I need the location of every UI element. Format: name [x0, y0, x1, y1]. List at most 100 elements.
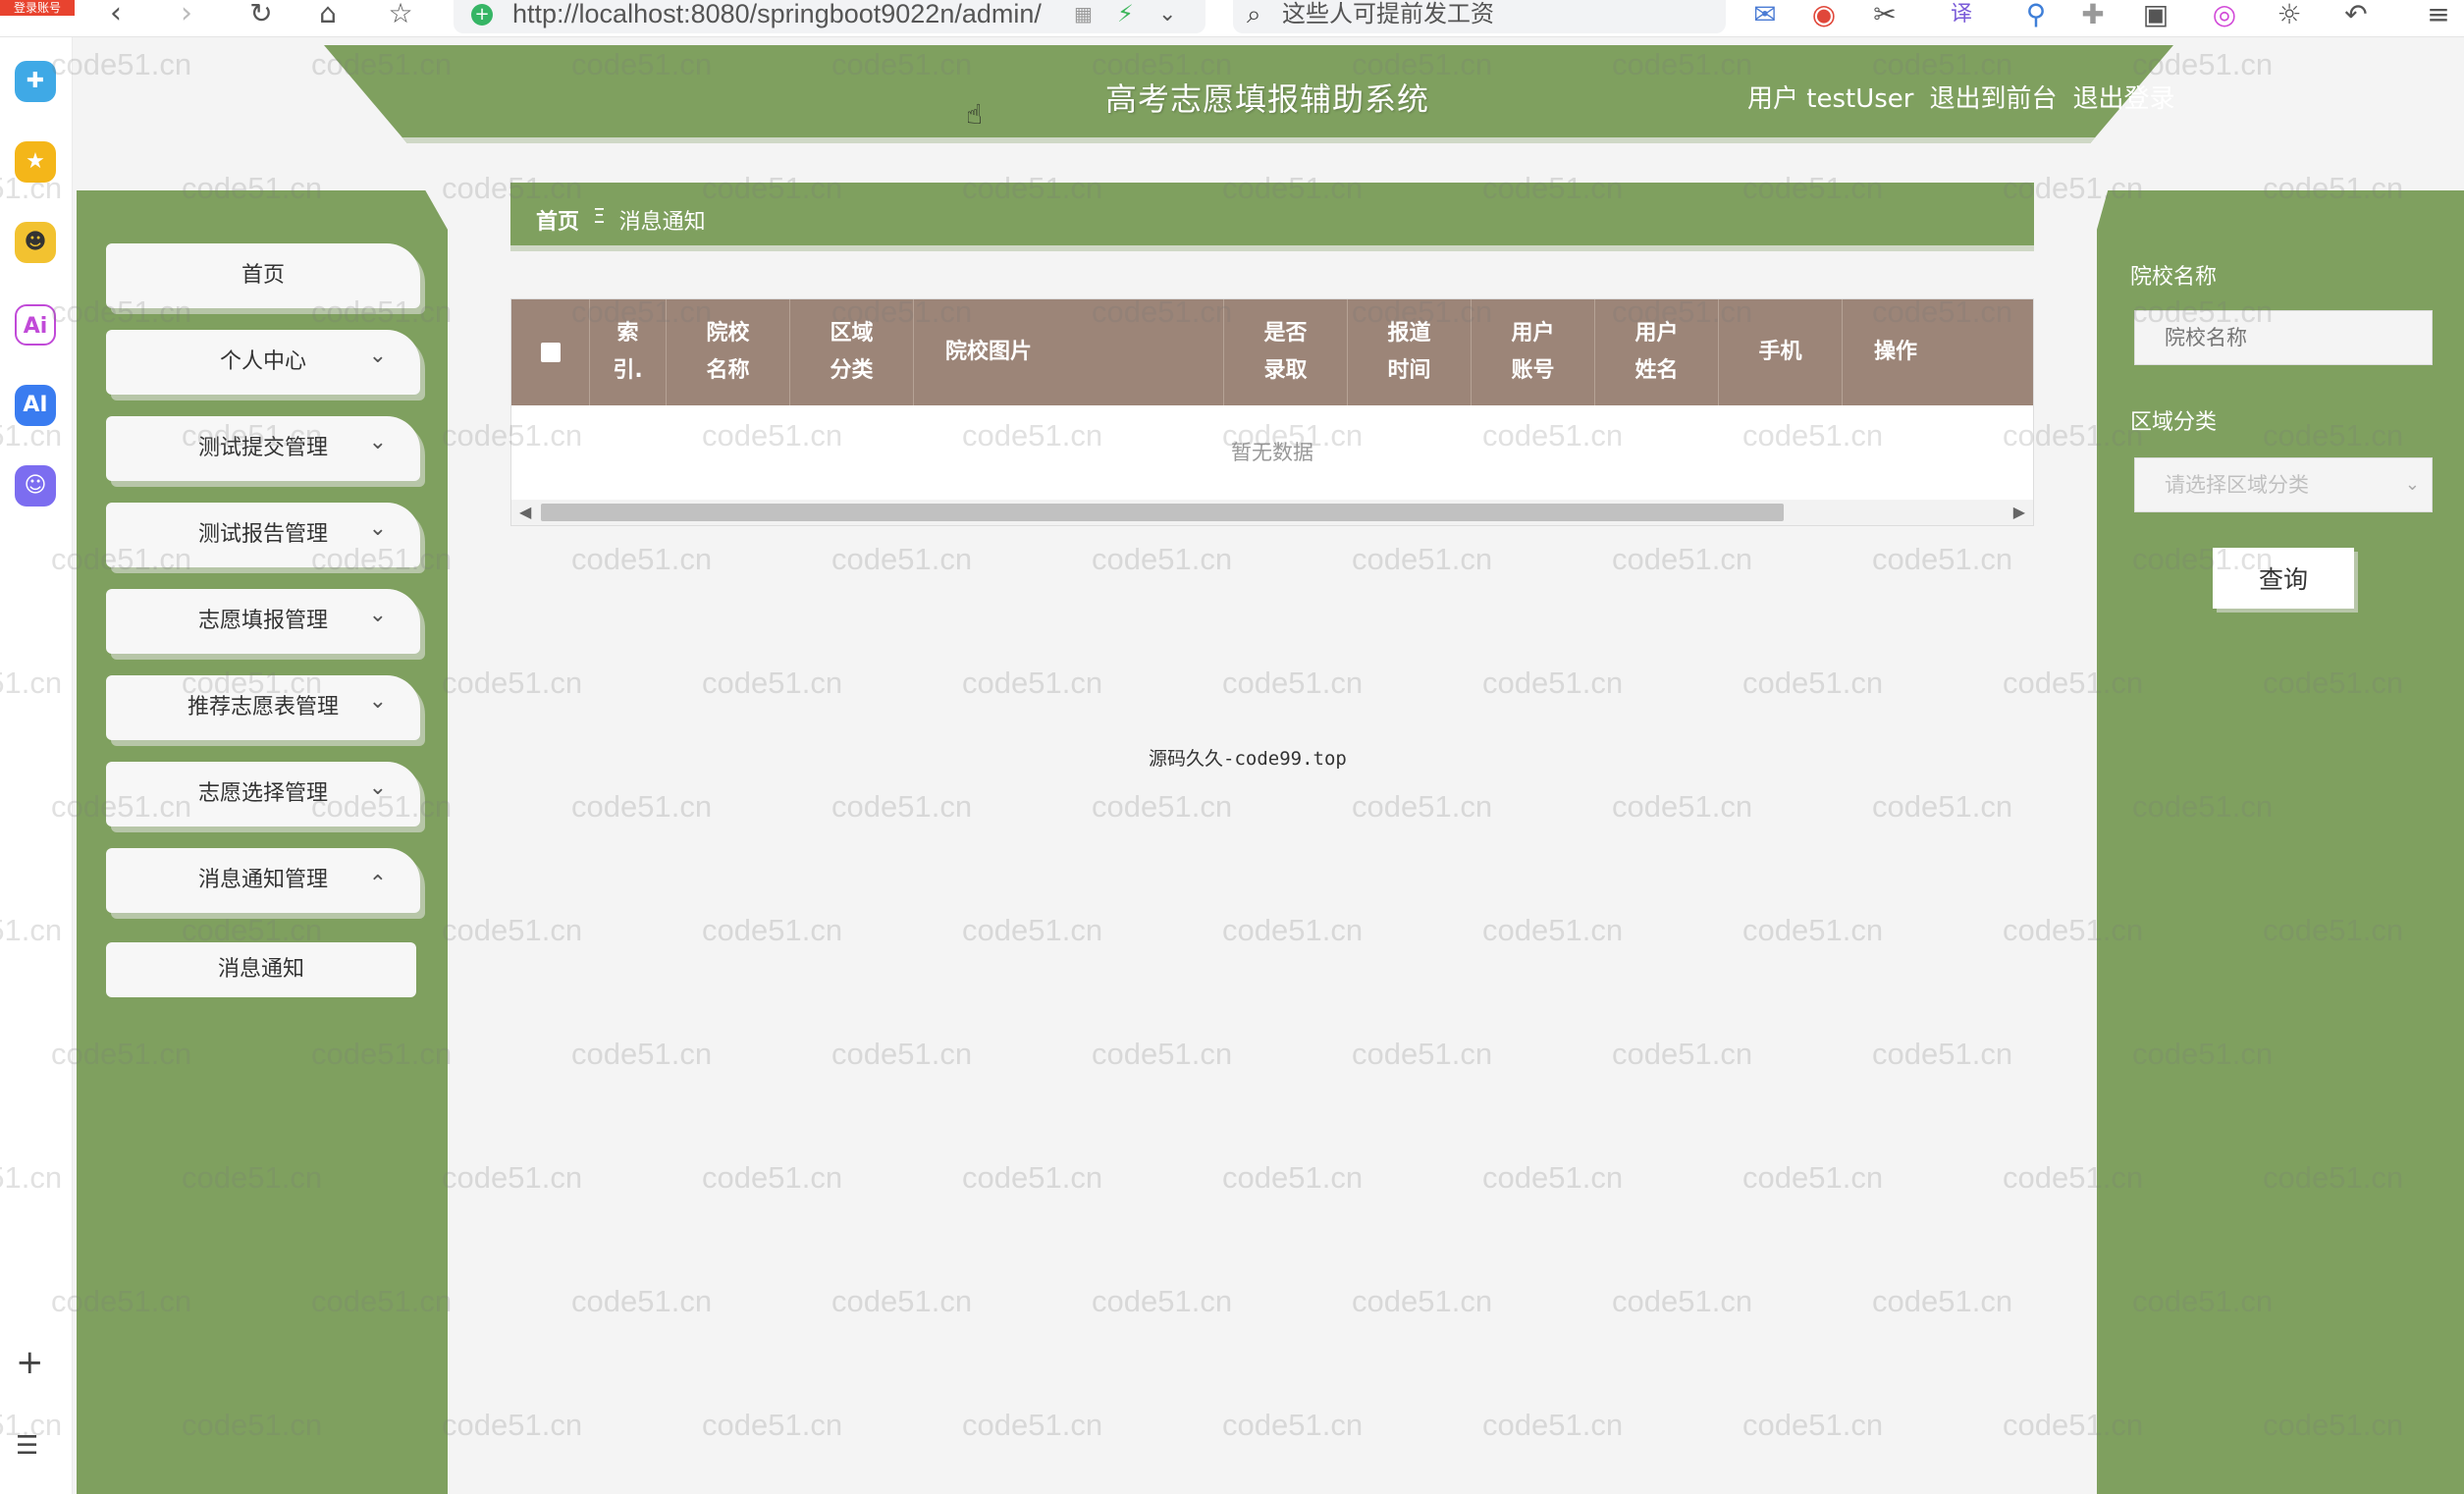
robot-icon[interactable]: ☻	[15, 222, 56, 263]
th-region: 区域 分类	[790, 299, 914, 405]
watermark-text: code51.cn	[1482, 666, 1624, 700]
watermark-text: code51.cn	[962, 913, 1103, 947]
url-text[interactable]: http://localhost:8080/springboot9022n/ad…	[512, 0, 1042, 27]
th-user-name: 用户 姓名	[1595, 299, 1719, 405]
translate-icon[interactable]: 译	[1944, 0, 1979, 31]
browser-search-box[interactable]: ⌕ 这些人可提前发工资	[1233, 0, 1726, 33]
watermark-text: code51.cn	[1482, 913, 1624, 947]
hand-cursor-icon: ☝	[966, 98, 984, 131]
chevron-up-icon: ⌃	[368, 872, 387, 896]
weibo-icon[interactable]: ◉	[1806, 0, 1842, 31]
watermark-text: code51.cn	[1742, 1160, 1884, 1195]
sidebar-item-test-report[interactable]: 测试报告管理 ⌄	[106, 503, 420, 567]
breadcrumb-bar: 首页 Ξ 消息通知	[510, 183, 2034, 251]
ai-chat-icon[interactable]: AI	[15, 385, 56, 426]
watermark-text: code51.cn	[571, 789, 713, 824]
reload-icon[interactable]: ↻	[240, 0, 283, 31]
school-name-label: 院校名称	[2130, 265, 2218, 290]
th-admitted: 是否 录取	[1224, 299, 1348, 405]
list-icon[interactable]: ☰	[16, 1431, 38, 1461]
table-header: 索 引. 院校 名称 区域 分类 院校图片 是否 录取 报道 时间 用户 账号 …	[511, 299, 2033, 405]
region-select[interactable]: 请选择区域分类 ⌄	[2134, 457, 2433, 512]
chevron-down-icon: ⌄	[368, 603, 387, 627]
assistant-face-icon[interactable]: ☺	[15, 465, 56, 507]
watermark-text: code51.cn	[1872, 789, 2013, 824]
th-actions: 操作	[1874, 340, 1918, 364]
lightning-icon[interactable]: ⚡	[1117, 0, 1134, 27]
chevron-down-icon: ⌄	[2404, 474, 2420, 495]
th-user-account: 用户 账号	[1472, 299, 1595, 405]
watermark-text: code51.cn	[1612, 789, 1753, 824]
forward-icon[interactable]: ›	[165, 0, 208, 31]
watermark-text: code51.cn	[571, 542, 713, 576]
add-icon[interactable]: +	[16, 1343, 44, 1382]
add-app-icon[interactable]: ✚	[15, 61, 56, 102]
watermark-text: code51.cn	[1742, 1408, 1884, 1442]
watermark-text: code51.cn	[1352, 1284, 1493, 1318]
ai-assistant-icon[interactable]: ◎	[2207, 0, 2242, 31]
chevron-down-icon[interactable]: ⌄	[1158, 2, 1176, 27]
watermark-text: code51.cn	[1222, 1160, 1364, 1195]
sidebar-item-message-management[interactable]: 消息通知管理 ⌃	[106, 848, 420, 913]
watermark-text: code51.cn	[962, 1408, 1103, 1442]
favorites-star-icon[interactable]: ★	[15, 141, 56, 183]
th-report-time: 报道 时间	[1348, 299, 1472, 405]
watermark-text: code51.cn	[571, 1037, 713, 1071]
address-bar[interactable]: + http://localhost:8080/springboot9022n/…	[454, 0, 1205, 33]
magnifier-icon[interactable]: ⚲	[2018, 0, 2054, 31]
watermark-text: code51.cn	[442, 913, 583, 947]
filter-panel: 院校名称 区域分类 请选择区域分类 ⌄ 查询	[2097, 190, 2464, 1494]
watermark-text: code51.cn	[1612, 1284, 1753, 1318]
undo-icon[interactable]: ↶	[2338, 0, 2374, 31]
school-name-input[interactable]	[2134, 310, 2433, 365]
chevron-down-icon: ⌄	[368, 430, 387, 454]
browser-toolbar: 登录账号 ‹ › ↻ ⌂ ☆ + http://localhost:8080/s…	[0, 0, 2464, 37]
watermark-text: code51.cn	[1092, 1037, 1233, 1071]
ai-icon[interactable]: Ai	[15, 304, 56, 346]
menu-icon[interactable]: ≡	[2421, 0, 2456, 31]
watermark-text: code51.cn	[831, 1284, 973, 1318]
select-all-checkbox[interactable]	[511, 299, 590, 405]
watermark-text: code51.cn	[1612, 1037, 1753, 1071]
sidebar-item-application-fill[interactable]: 志愿填报管理 ⌄	[106, 589, 420, 654]
sidebar-item-test-submission[interactable]: 测试提交管理 ⌄	[106, 416, 420, 481]
sidebar-item-application-choice[interactable]: 志愿选择管理 ⌄	[106, 762, 420, 827]
home-icon[interactable]: ⌂	[306, 0, 349, 31]
chevron-down-icon: ⌄	[368, 344, 387, 368]
scroll-left-icon[interactable]: ◀	[519, 500, 531, 525]
watermark-text: code51.cn	[442, 1160, 583, 1195]
scissors-icon[interactable]: ✂	[1867, 0, 1902, 31]
scroll-right-icon[interactable]: ▶	[2013, 500, 2025, 525]
watermark-text: code51.cn	[702, 1408, 843, 1442]
login-account-badge[interactable]: 登录账号	[0, 0, 75, 16]
query-button[interactable]: 查询	[2213, 548, 2354, 609]
sidebar-item-recommended-list[interactable]: 推荐志愿表管理 ⌄	[106, 675, 420, 740]
watermark-text: code51.cn	[702, 913, 843, 947]
breadcrumb-separator-icon: Ξ	[593, 204, 606, 228]
watermark-text: code51.cn	[831, 1037, 973, 1071]
region-label: 区域分类	[2130, 410, 2218, 435]
th-index: 索 引.	[590, 299, 667, 405]
bookmark-star-icon[interactable]: ☆	[379, 0, 422, 31]
sidebar-item-personal-center[interactable]: 个人中心 ⌄	[106, 330, 420, 395]
data-table: 索 引. 院校 名称 区域 分类 院校图片 是否 录取 报道 时间 用户 账号 …	[510, 298, 2034, 526]
brightness-icon[interactable]: ☼	[2272, 0, 2307, 31]
table-empty-text: 暂无数据	[1231, 441, 1313, 464]
back-to-frontend-link[interactable]: 退出到前台	[1929, 79, 2057, 115]
qr-code-icon[interactable]: ▦	[1074, 2, 1093, 26]
sidebar-subitem-messages[interactable]: 消息通知	[106, 942, 416, 997]
scrollbar-thumb[interactable]	[541, 504, 1784, 521]
apps-grid-icon[interactable]: ▣	[2138, 0, 2173, 31]
watermark-text: code51.cn	[1482, 1408, 1624, 1442]
extension-puzzle-icon[interactable]: ✚	[2075, 0, 2111, 31]
search-icon: ⌕	[1247, 0, 1261, 29]
logout-link[interactable]: 退出登录	[2073, 79, 2175, 115]
breadcrumb-home[interactable]: 首页	[536, 204, 579, 236]
secure-site-icon: +	[471, 4, 493, 26]
back-icon[interactable]: ‹	[94, 0, 137, 31]
mail-icon[interactable]: ✉	[1747, 0, 1783, 31]
horizontal-scrollbar[interactable]: ◀ ▶	[511, 500, 2033, 525]
sidebar-item-home[interactable]: 首页	[106, 243, 420, 308]
app-dock: ✚ ★ ☻ Ai AI ☺ + ☰	[0, 37, 73, 1494]
watermark-text: code51.cn	[1872, 1037, 2013, 1071]
